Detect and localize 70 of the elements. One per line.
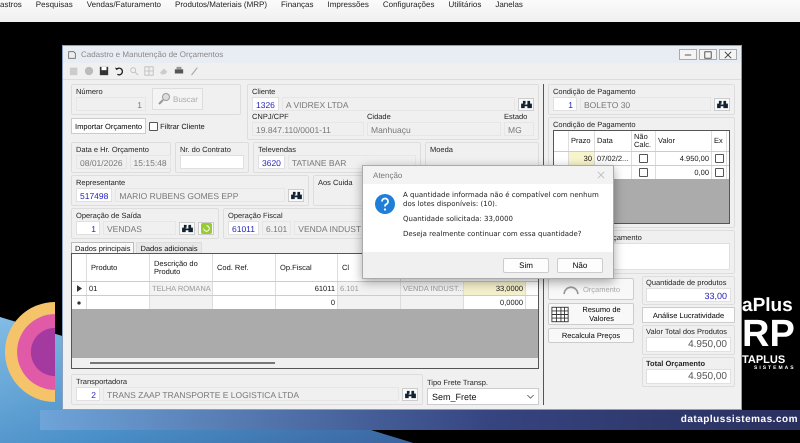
table-cell <box>150 296 213 309</box>
printer-icon[interactable] <box>174 66 184 76</box>
menu-item[interactable]: Janelas <box>495 0 523 9</box>
products-total-field: 4.950,00 <box>646 337 731 352</box>
table-cell <box>401 296 464 309</box>
operation-name-field: VENDAS <box>103 221 176 235</box>
payment-name-field: BOLETO 30 <box>580 97 711 111</box>
maximize-button[interactable] <box>699 49 717 60</box>
window-title: Cadastro e Manutenção de Orçamentos <box>81 50 224 59</box>
representative-code-field[interactable]: 517498 <box>76 188 112 202</box>
dialog-title: Atenção <box>373 170 402 180</box>
menu-item[interactable]: Impressões <box>328 0 369 9</box>
menu-item[interactable]: Produtos/Materiais (MRP) <box>175 0 268 9</box>
table-cell <box>338 296 401 309</box>
client-name-field: A VIDREX LTDA <box>282 97 515 111</box>
checkbox[interactable] <box>639 168 648 177</box>
menu-item[interactable]: Pesquisas <box>36 0 73 9</box>
representative-name-field: MARIO RUBENS GOMES EPP <box>115 188 285 202</box>
scrollbar-thumb[interactable] <box>90 362 275 364</box>
telesales-code-field[interactable]: 3620 <box>258 155 285 169</box>
save-icon[interactable] <box>99 66 109 76</box>
chevron-down-icon <box>527 394 534 398</box>
menu-item[interactable]: astros <box>0 0 22 9</box>
menu-item[interactable]: Configurações <box>382 0 434 9</box>
fiscal-code-field[interactable]: 61011 <box>228 221 260 235</box>
lookup-button[interactable] <box>402 388 418 400</box>
lookup-button[interactable] <box>518 98 534 110</box>
table-icon <box>551 306 570 322</box>
menu-item[interactable]: Utilitários <box>448 0 482 9</box>
current-row-icon <box>76 285 82 292</box>
maximize-icon <box>704 50 712 58</box>
brand-text: TAPLUS <box>742 355 786 366</box>
quantity-field: 33,00 <box>646 288 731 302</box>
cfop-field: 6.101 <box>262 221 292 235</box>
time-field: 15:15:48 <box>130 155 171 169</box>
lookup-button[interactable] <box>714 98 730 110</box>
contract-field[interactable] <box>180 155 244 169</box>
payment-code-field[interactable]: 1 <box>553 97 577 111</box>
freight-type-dropdown[interactable]: Sem_Frete <box>427 388 539 405</box>
magnifier-icon <box>157 92 171 106</box>
website-text: dataplussistemas.com <box>680 414 798 425</box>
checkbox[interactable] <box>714 154 724 163</box>
brand-text: RP <box>742 315 796 353</box>
lookup-button[interactable] <box>179 222 195 234</box>
number-field[interactable]: 1 <box>76 97 146 111</box>
carrier-code-field[interactable]: 2 <box>76 387 100 401</box>
minimize-button[interactable] <box>679 49 697 60</box>
date-field: 08/01/2026 <box>76 155 127 169</box>
checkbox[interactable] <box>639 154 648 163</box>
close-button[interactable] <box>719 49 737 60</box>
undo-icon[interactable] <box>114 66 124 76</box>
lookup-button[interactable] <box>288 188 304 202</box>
state-field: MG <box>504 122 534 136</box>
menu-item[interactable]: Vendas/Faturamento <box>86 0 161 9</box>
new-row-icon <box>77 300 81 304</box>
menu-item[interactable]: Finanças <box>281 0 314 9</box>
dialog-button[interactable]: Sim <box>503 258 549 272</box>
question-icon <box>375 194 395 214</box>
quote-total-field: 4.950,00 <box>646 369 731 384</box>
close-icon <box>724 50 732 58</box>
carrier-name-field: TRANS ZAAP TRANSPORTE E LOGISTICA LTDA <box>103 387 399 401</box>
city-field: Manhuaçu <box>367 122 501 136</box>
document-icon <box>67 50 77 60</box>
operation-code-field[interactable]: 1 <box>76 221 100 235</box>
checkbox[interactable] <box>714 168 724 177</box>
minimize-icon <box>684 54 692 56</box>
dialog-button[interactable]: Não <box>557 258 603 272</box>
brand-text: aPlus <box>742 296 794 315</box>
client-code-field[interactable]: 1326 <box>252 97 279 111</box>
cnpj-field: 19.847.110/0001-11 <box>252 122 364 136</box>
